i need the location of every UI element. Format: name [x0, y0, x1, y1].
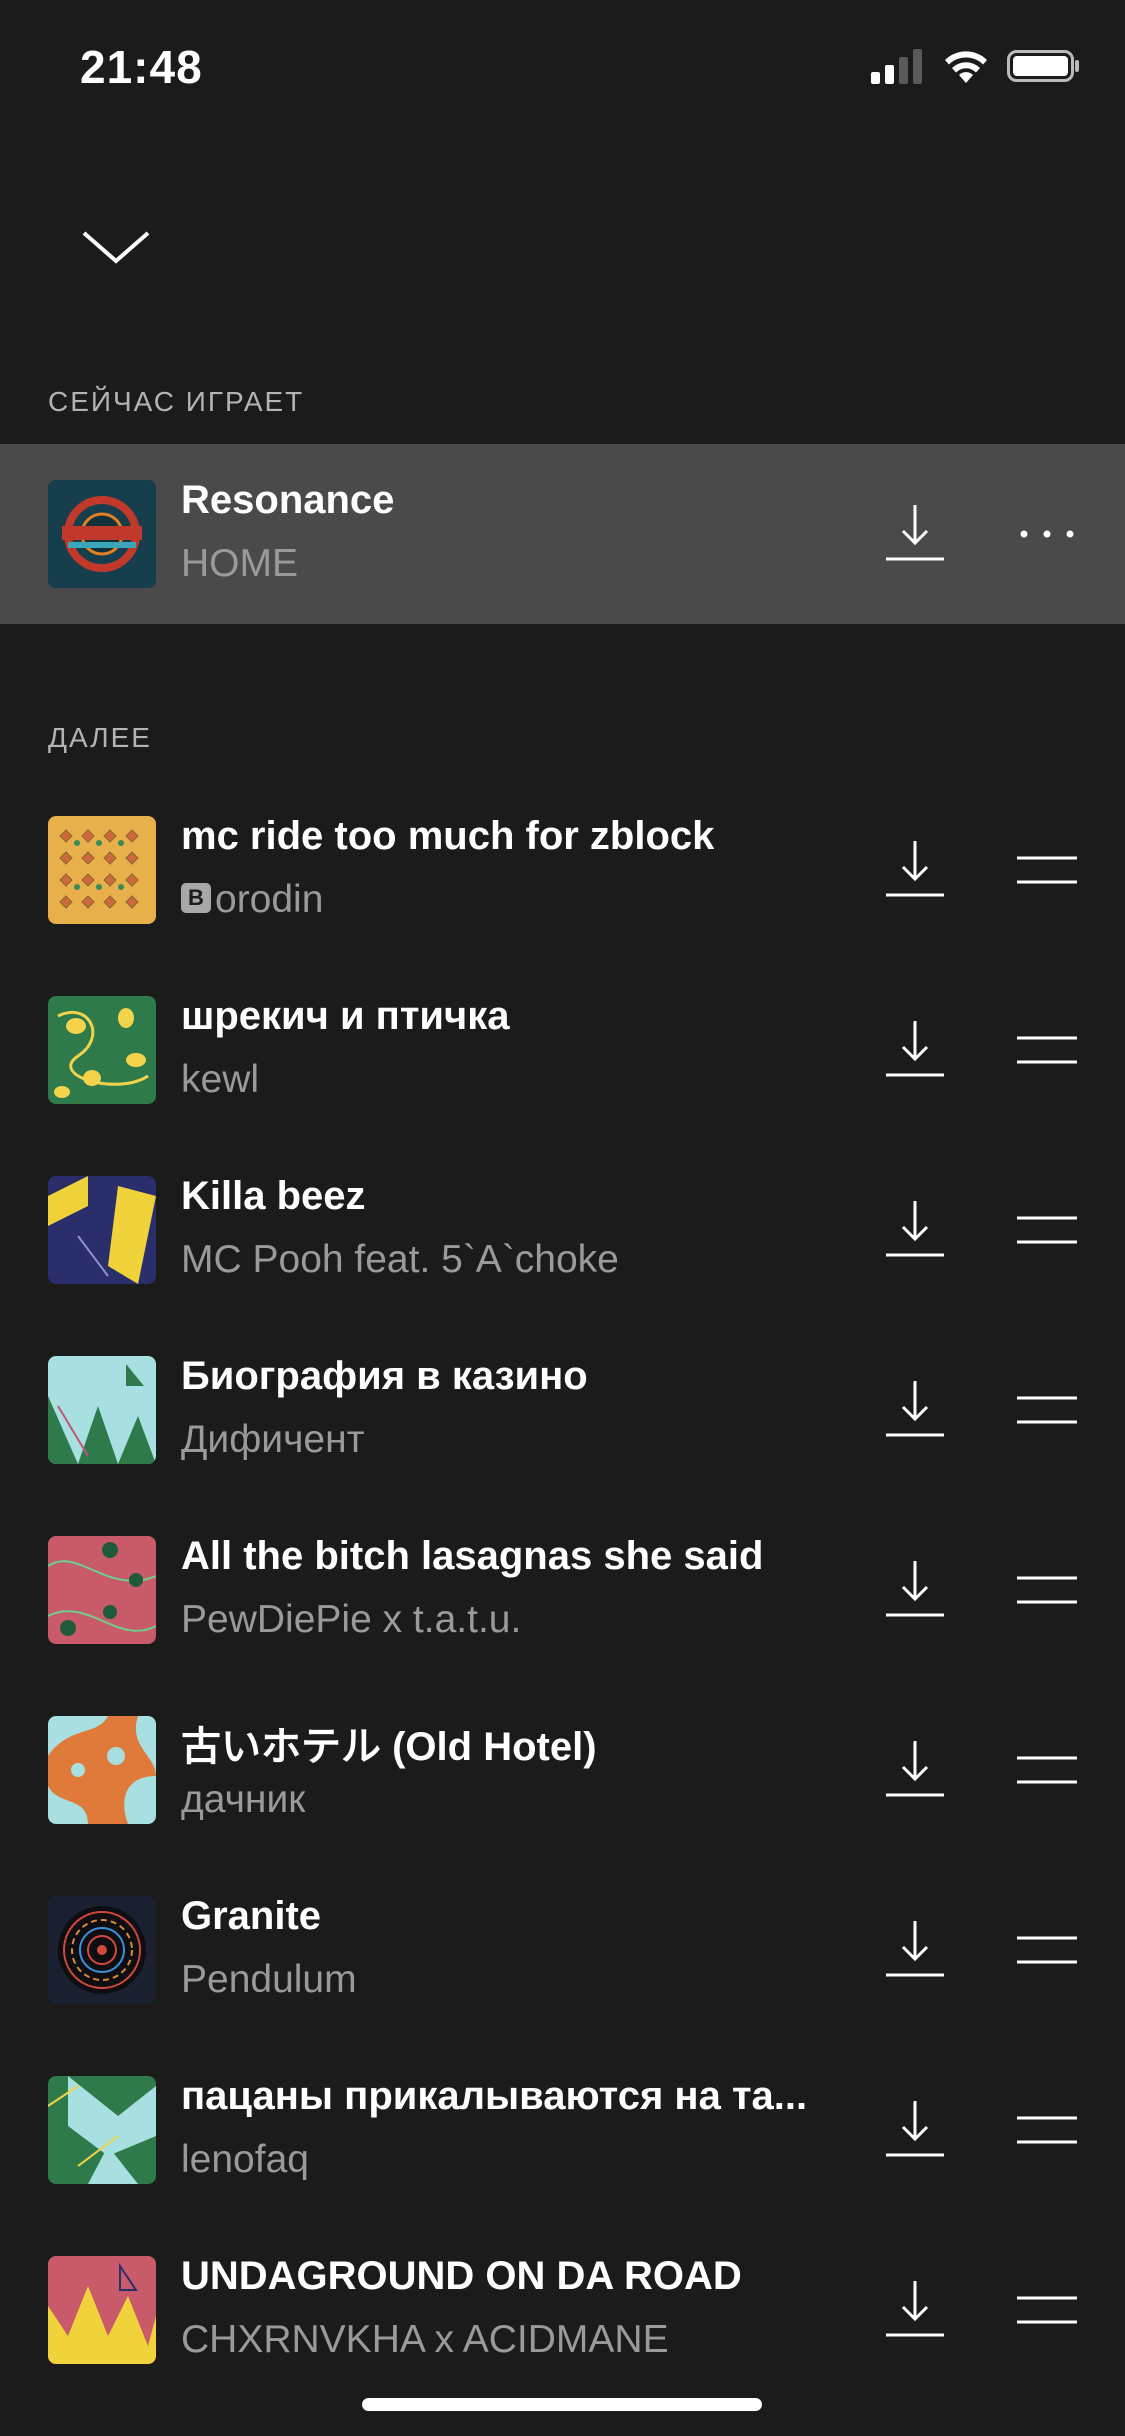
album-art — [48, 1356, 156, 1464]
album-art — [48, 816, 156, 924]
queue-row[interactable]: 古いホテル (Old Hotel) дачник — [0, 1680, 1125, 1860]
track-title: 古いホテル (Old Hotel) — [181, 1725, 597, 1769]
track-artist: kewl — [181, 1058, 260, 1101]
album-art — [48, 1536, 156, 1644]
queue-row[interactable]: Granite Pendulum — [0, 1860, 1125, 2040]
reorder-handle-icon[interactable] — [1017, 1390, 1077, 1430]
reorder-handle-icon[interactable] — [1017, 1030, 1077, 1070]
download-icon[interactable] — [884, 1017, 946, 1079]
up-next-header: ДАЛЕЕ — [48, 722, 152, 753]
track-title: пацаны прикалываются на та... — [181, 2074, 808, 2118]
album-art — [48, 1896, 156, 2004]
track-artist: дачник — [181, 1778, 306, 1821]
status-time: 21:48 — [80, 41, 203, 93]
track-title: mc ride too much for zblock — [181, 814, 715, 858]
battery-icon — [1007, 50, 1079, 82]
download-icon[interactable] — [884, 2097, 946, 2159]
track-title: All the bitch lasagnas she said — [181, 1534, 764, 1578]
track-artist: CHXRNVKHA x ACIDMANE — [181, 2318, 669, 2361]
signal-icon — [871, 49, 922, 84]
download-icon[interactable] — [884, 1557, 946, 1619]
status-icons — [871, 48, 1081, 84]
track-artist: Pendulum — [181, 1958, 357, 2001]
reorder-handle-icon[interactable] — [1017, 1930, 1077, 1970]
track-artist: Дифичент — [181, 1418, 365, 1461]
queue-row[interactable]: Killa beez MC Pooh feat. 5`A`choke — [0, 1140, 1125, 1320]
now-playing-row[interactable]: Resonance HOME — [0, 444, 1125, 624]
track-title: UNDAGROUND ON DA ROAD — [181, 2254, 742, 2298]
album-art — [48, 2076, 156, 2184]
queue-row[interactable]: UNDAGROUND ON DA ROAD CHXRNVKHA x ACIDMA… — [0, 2220, 1125, 2400]
status-bar: 21:48 — [0, 0, 1125, 140]
now-playing-header: СЕЙЧАС ИГРАЕТ — [48, 386, 305, 417]
album-art — [48, 1176, 156, 1284]
reorder-handle-icon[interactable] — [1017, 1570, 1077, 1610]
track-title: Биография в казино — [181, 1354, 588, 1398]
download-icon[interactable] — [884, 1737, 946, 1799]
download-icon[interactable] — [884, 2277, 946, 2339]
queue-row[interactable]: пацаны прикалываются на та... lenofaq — [0, 2040, 1125, 2220]
reorder-handle-icon[interactable] — [1017, 2110, 1077, 2150]
track-title: Killa beez — [181, 1174, 366, 1218]
queue-row[interactable]: All the bitch lasagnas she said PewDiePi… — [0, 1500, 1125, 1680]
queue-row[interactable]: Биография в казино Дифичент — [0, 1320, 1125, 1500]
track-title: Granite — [181, 1894, 322, 1938]
track-artist: HOME — [181, 542, 298, 585]
track-artist: PewDiePie x t.a.t.u. — [181, 1598, 522, 1641]
artist-name: orodin — [215, 878, 324, 921]
reorder-handle-icon[interactable] — [1017, 2290, 1077, 2330]
download-icon[interactable] — [884, 501, 946, 563]
album-art — [48, 2256, 156, 2364]
more-options-icon[interactable] — [1017, 527, 1077, 541]
collapse-chevron-icon[interactable] — [78, 215, 154, 275]
vk-badge-icon: B — [181, 882, 211, 913]
track-title: шрекич и птичка — [181, 994, 510, 1038]
track-artist: lenofaq — [181, 2138, 309, 2181]
download-icon[interactable] — [884, 1917, 946, 1979]
download-icon[interactable] — [884, 1377, 946, 1439]
track-title: Resonance — [181, 478, 395, 522]
queue-row[interactable]: mc ride too much for zblock Borodin — [0, 780, 1125, 960]
home-indicator[interactable] — [362, 2398, 762, 2411]
album-art — [48, 996, 156, 1104]
album-art — [48, 480, 156, 588]
track-artist: Borodin — [181, 878, 323, 922]
track-artist: MC Pooh feat. 5`A`choke — [181, 1238, 619, 1281]
album-art — [48, 1716, 156, 1824]
reorder-handle-icon[interactable] — [1017, 850, 1077, 890]
reorder-handle-icon[interactable] — [1017, 1750, 1077, 1790]
wifi-icon — [945, 51, 987, 83]
download-icon[interactable] — [884, 837, 946, 899]
reorder-handle-icon[interactable] — [1017, 1210, 1077, 1250]
queue-row[interactable]: шрекич и птичка kewl — [0, 960, 1125, 1140]
download-icon[interactable] — [884, 1197, 946, 1259]
